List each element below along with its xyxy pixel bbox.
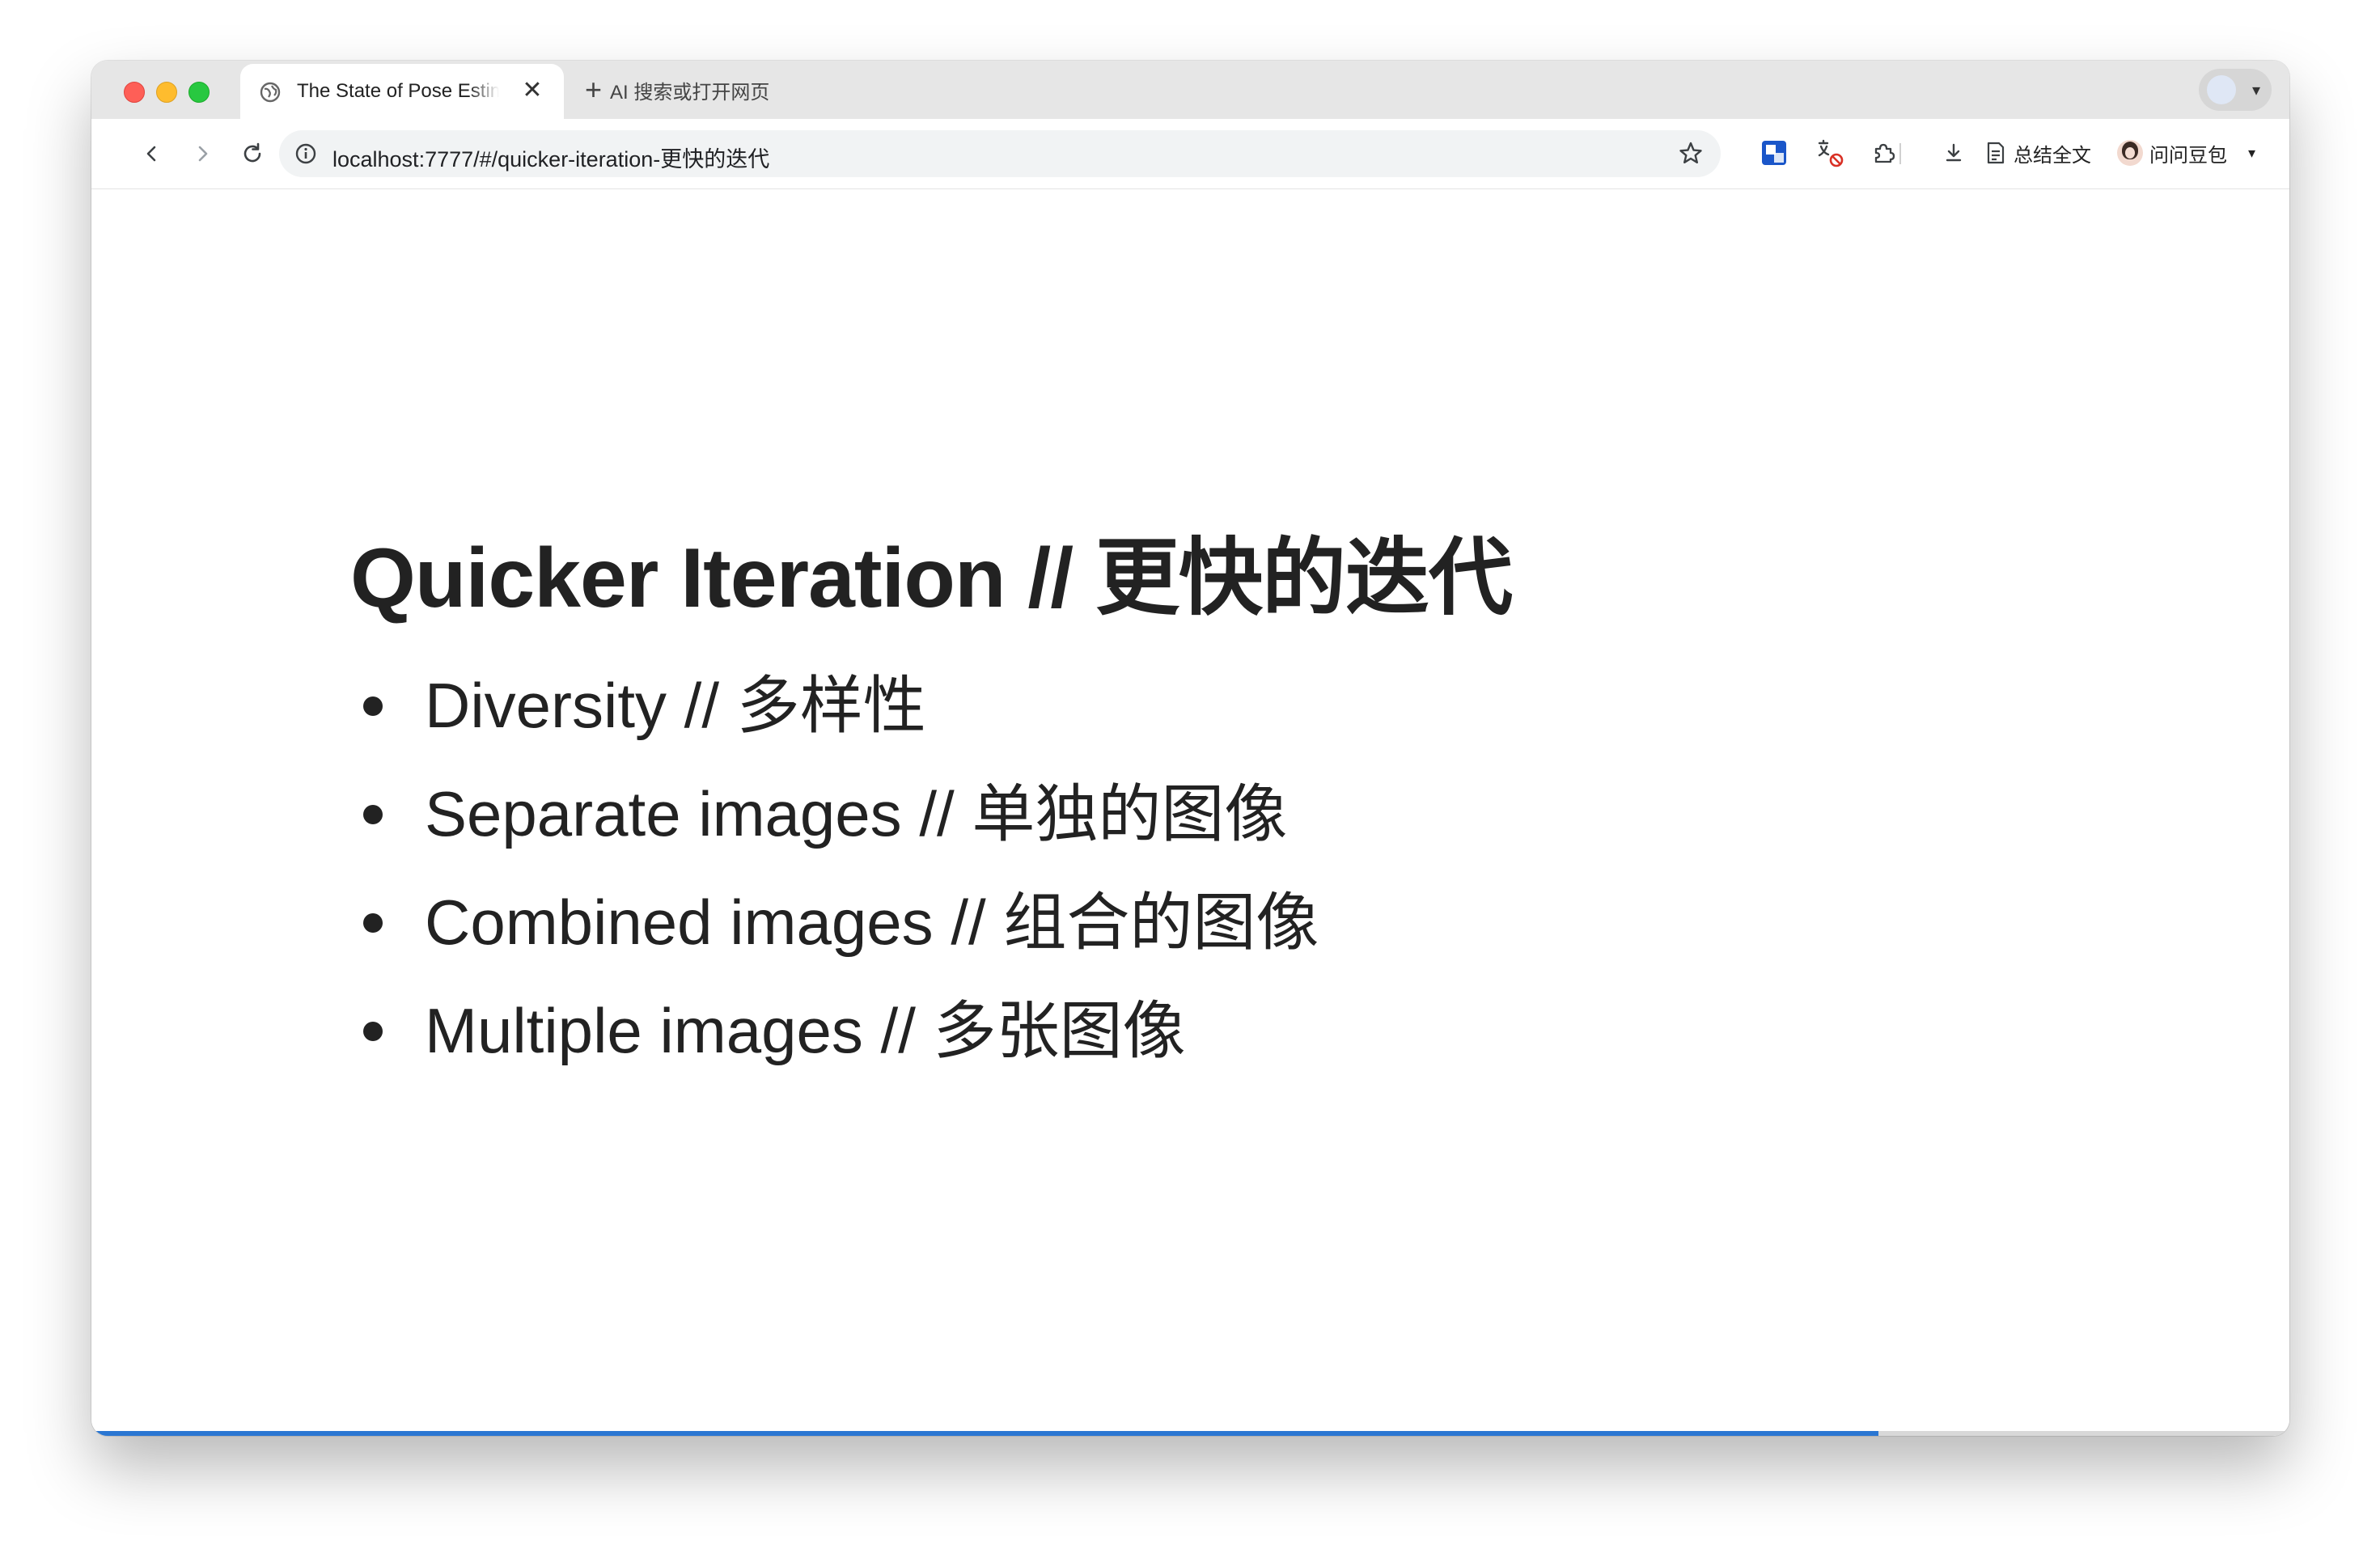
forward-button[interactable] [184, 135, 221, 172]
tab-strip: The State of Pose Estimation ✕ + AI 搜索或打… [91, 61, 2289, 119]
chevron-down-icon: ▾ [2248, 144, 2256, 161]
download-icon [1946, 143, 1962, 162]
translate-off-icon [1818, 139, 1844, 167]
summarize-label: 总结全文 [2014, 144, 2091, 167]
extensions-button[interactable] [1867, 137, 1899, 169]
url-text[interactable]: localhost:7777/#/quicker-iteration-更快的迭代 [332, 142, 769, 173]
toolbar-divider [1899, 143, 1901, 164]
list-item: Separate images // 单独的图像 [350, 760, 1319, 868]
bullet-dot-icon [363, 805, 383, 824]
assistant-label: 问问豆包 [2149, 144, 2227, 167]
assistant-avatar [2117, 140, 2143, 166]
slide-progress-bar [91, 1431, 2289, 1436]
back-button[interactable] [133, 135, 171, 172]
plus-icon: + [585, 73, 603, 106]
profile-avatar-icon [2207, 75, 2236, 104]
tab-title: The State of Pose Estimation [297, 80, 499, 102]
slide-title: Quicker Iteration // 更快的迭代 [350, 531, 1513, 625]
slide-bullet-list: Diversity // 多样性 Separate images // 单独的图… [350, 651, 1319, 1085]
close-tab-icon[interactable]: ✕ [520, 78, 544, 103]
bullet-dot-icon [363, 913, 383, 933]
forward-arrow-icon [198, 146, 208, 162]
slide-viewport: Quicker Iteration // 更快的迭代 Diversity // … [91, 189, 2289, 1436]
assistant-button[interactable]: 问问豆包 ▾ [2117, 137, 2255, 169]
maximize-window-button[interactable] [188, 82, 210, 103]
bullet-text: Diversity // 多样性 [425, 670, 926, 741]
chevron-down-icon: ▾ [2251, 82, 2260, 99]
bullet-dot-icon [363, 1022, 383, 1041]
close-window-button[interactable] [124, 82, 145, 103]
translate-extension-icon[interactable] [1758, 137, 1790, 169]
bookmark-star-icon[interactable] [1677, 140, 1705, 167]
profile-menu-button[interactable]: ▾ [2199, 69, 2272, 111]
reload-icon [244, 142, 261, 163]
minimize-window-button[interactable] [156, 82, 177, 103]
bullet-text: Separate images // 单独的图像 [425, 778, 1288, 849]
puzzle-icon [1874, 143, 1895, 163]
bullet-text: Multiple images // 多张图像 [425, 995, 1186, 1066]
browser-toolbar: localhost:7777/#/quicker-iteration-更快的迭代 [91, 119, 2289, 189]
slide-progress-fill [91, 1431, 1878, 1436]
new-tab-button[interactable]: + AI 搜索或打开网页 [585, 74, 769, 106]
list-item: Multiple images // 多张图像 [350, 976, 1319, 1085]
address-bar[interactable]: localhost:7777/#/quicker-iteration-更快的迭代 [279, 130, 1721, 177]
document-summary-icon [1987, 142, 2005, 164]
browser-window: The State of Pose Estimation ✕ + AI 搜索或打… [91, 61, 2289, 1436]
list-item: Diversity // 多样性 [350, 651, 1319, 760]
globe-icon [260, 82, 281, 103]
bullet-dot-icon [363, 696, 383, 716]
extension-badge-icon [1762, 141, 1786, 165]
back-arrow-icon [146, 146, 156, 162]
reload-button[interactable] [234, 135, 271, 172]
downloads-button[interactable] [1937, 137, 1970, 169]
list-item: Combined images // 组合的图像 [350, 868, 1319, 976]
bullet-text: Combined images // 组合的图像 [425, 887, 1319, 958]
new-tab-label: AI 搜索或打开网页 [610, 81, 770, 104]
summarize-button[interactable]: 总结全文 [1984, 137, 2091, 169]
active-tab[interactable]: The State of Pose Estimation ✕ [240, 64, 564, 119]
site-info-icon[interactable] [294, 142, 318, 166]
translate-disabled-icon[interactable] [1813, 137, 1845, 169]
